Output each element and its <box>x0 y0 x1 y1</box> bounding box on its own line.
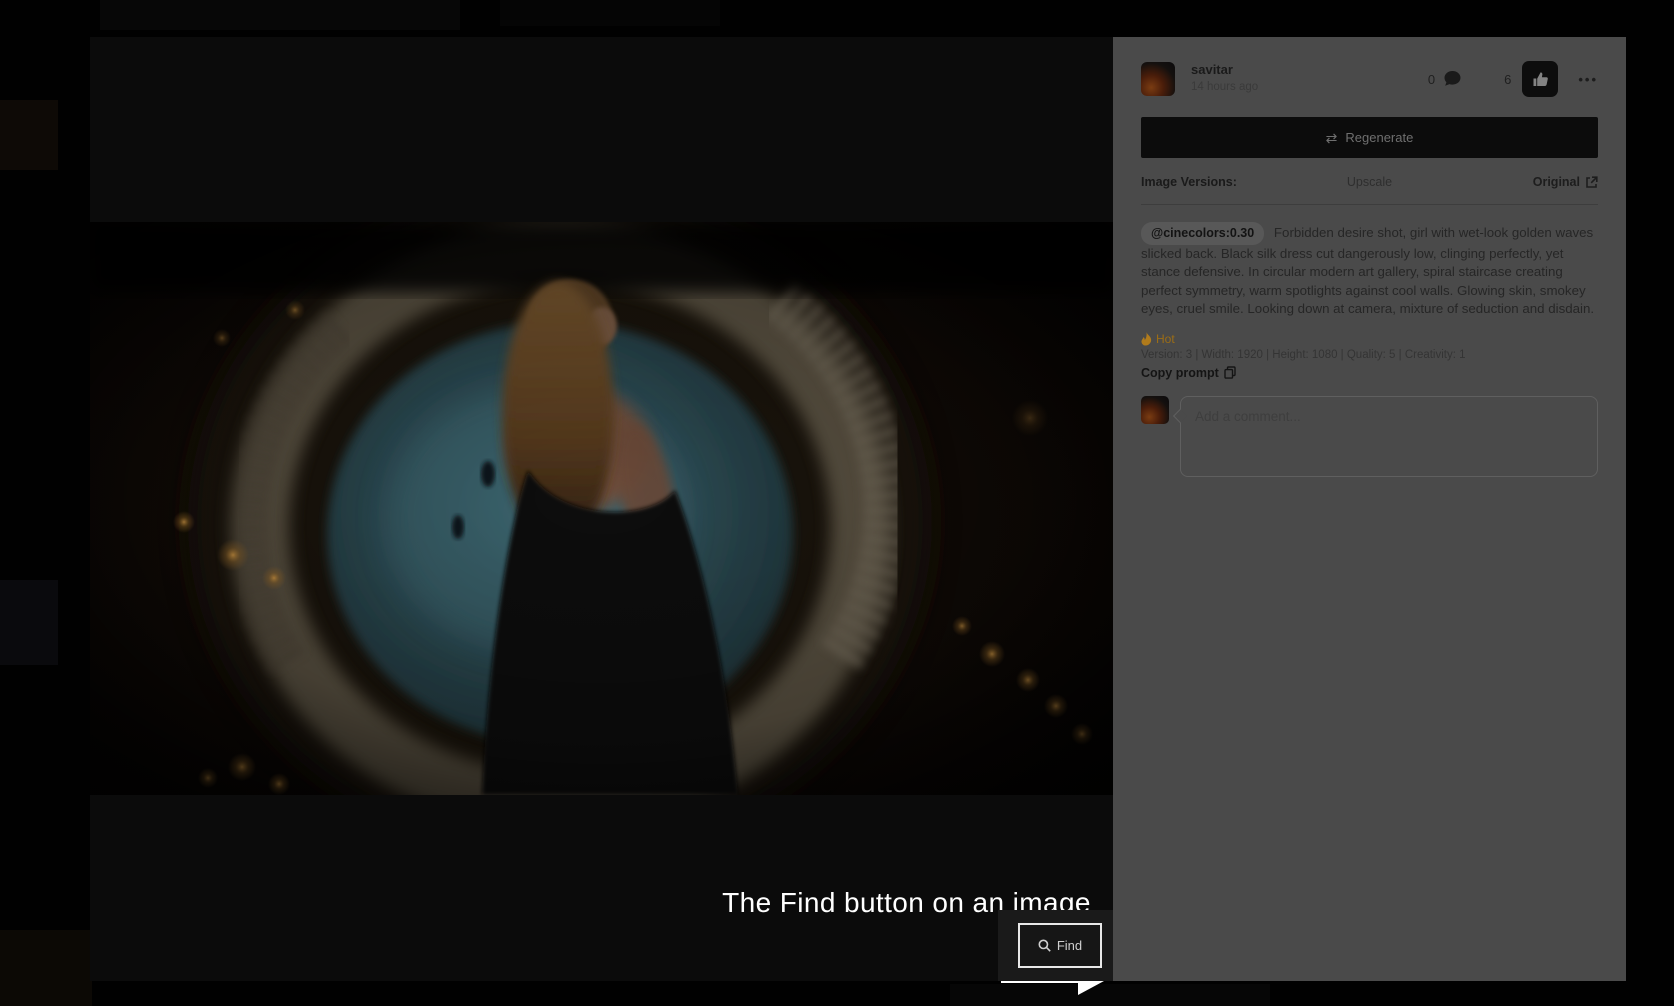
comment-input-box <box>1180 396 1598 477</box>
like-count: 6 <box>1504 72 1511 87</box>
post-header: savitar 14 hours ago 0 6 ••• <box>1141 61 1598 97</box>
prompt-text-block: @cinecolors:0.30 Forbidden desire shot, … <box>1141 222 1598 319</box>
divider <box>1141 204 1598 205</box>
image-viewer-area: The Find button on an image Find <box>90 37 1113 981</box>
generated-image[interactable] <box>90 222 1113 795</box>
comments-count-group[interactable]: 0 <box>1428 70 1462 88</box>
like-button[interactable] <box>1522 61 1558 97</box>
comment-input[interactable] <box>1181 397 1597 476</box>
search-icon <box>1038 939 1051 952</box>
comment-bubble-icon <box>1443 70 1462 88</box>
background-thumbnail <box>500 0 720 26</box>
copy-prompt-button[interactable]: Copy prompt <box>1141 366 1598 380</box>
image-versions-label: Image Versions: <box>1141 175 1293 189</box>
background-thumbnail <box>0 100 58 170</box>
regenerate-label: Regenerate <box>1345 130 1413 145</box>
copy-prompt-label: Copy prompt <box>1141 366 1219 380</box>
detail-panel: savitar 14 hours ago 0 6 ••• <box>1113 37 1626 981</box>
find-button-label: Find <box>1057 938 1082 953</box>
image-versions-row: Image Versions: Upscale Original <box>1141 175 1598 189</box>
background-thumbnail <box>0 580 58 665</box>
prompt-lora-badge[interactable]: @cinecolors:0.30 <box>1141 222 1264 245</box>
find-button[interactable]: Find <box>1018 923 1102 968</box>
like-group: 6 <box>1504 61 1558 97</box>
image-detail-modal: The Find button on an image Find savitar… <box>90 37 1626 981</box>
original-label: Original <box>1533 175 1580 189</box>
username[interactable]: savitar <box>1191 63 1258 78</box>
hot-label: Hot <box>1156 332 1175 346</box>
comment-composer <box>1141 396 1598 477</box>
current-user-avatar <box>1141 396 1169 424</box>
original-link[interactable]: Original <box>1446 175 1598 189</box>
upscale-link[interactable]: Upscale <box>1293 175 1445 189</box>
regenerate-button[interactable]: ⇄ Regenerate <box>1141 117 1598 158</box>
background-thumbnail <box>100 0 460 30</box>
user-meta: savitar 14 hours ago <box>1191 63 1258 94</box>
hot-badge: Hot <box>1141 332 1598 346</box>
copy-icon <box>1224 366 1236 379</box>
generation-meta: Version: 3 | Width: 1920 | Height: 1080 … <box>1141 349 1598 361</box>
regenerate-icon: ⇄ <box>1326 131 1338 145</box>
background-thumbnail <box>0 930 92 1006</box>
user-avatar[interactable] <box>1141 62 1175 96</box>
more-options-button[interactable]: ••• <box>1578 72 1598 87</box>
external-link-icon <box>1585 176 1598 189</box>
comment-count: 0 <box>1428 72 1435 87</box>
flame-icon <box>1141 332 1152 346</box>
thumbs-up-icon <box>1532 71 1549 88</box>
post-timestamp: 14 hours ago <box>1191 81 1258 94</box>
